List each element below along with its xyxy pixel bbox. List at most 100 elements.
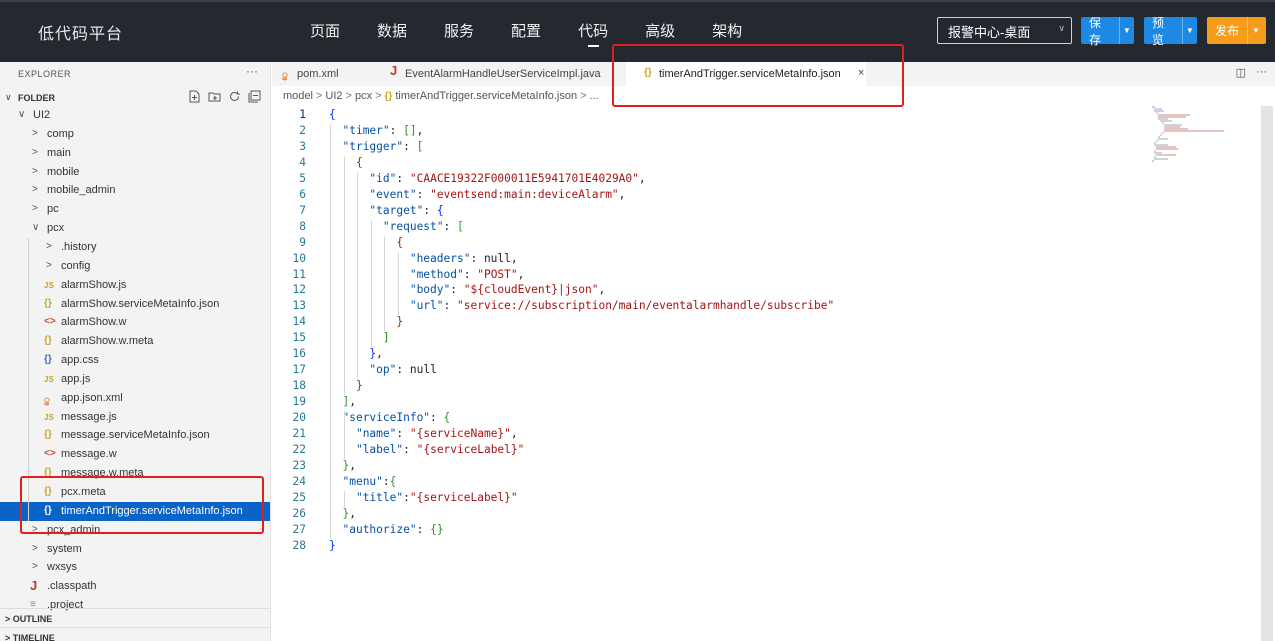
breadcrumb-item[interactable]: ... [590,90,599,102]
line-number: 10 [292,251,306,265]
indent-guide [343,411,345,459]
menu-item[interactable]: 页面 [310,20,340,41]
tree-item-label: wxsys [47,561,77,574]
menu-item[interactable]: 数据 [377,20,407,41]
refresh-icon[interactable] [228,90,241,103]
preview-button[interactable]: 预览 ▼ [1144,15,1197,47]
menu-item[interactable]: 配置 [511,20,541,41]
new-file-icon[interactable] [188,90,201,103]
save-button[interactable]: 保存 ▼ [1081,16,1134,47]
tree-file[interactable]: {} alarmShow.w.meta [0,332,270,351]
new-folder-icon[interactable] [208,90,221,103]
line-number: 8 [299,219,306,233]
tree-item-label: pcx [47,222,65,235]
environment-select[interactable]: 报警中心-桌面 ∨ [937,17,1072,44]
timeline-section[interactable]: > TIMELINE [0,627,270,641]
outline-section[interactable]: > OUTLINE [0,608,270,627]
minimap[interactable] [1150,106,1240,166]
menu-item[interactable]: 代码 [578,20,608,47]
close-icon[interactable]: × [858,67,864,79]
split-editor-icon[interactable]: ◫ [1236,66,1246,79]
menu-item[interactable]: 架构 [712,20,742,41]
code-editor[interactable]: 1{2 "timer": [], 3 "trigger": [4 {5 "id":… [272,106,1152,641]
tree-file[interactable]: {} alarmShow.serviceMetaInfo.json [0,295,270,314]
tree-folder[interactable]: > comp [0,125,270,144]
tree-folder[interactable]: > mobile_admin [0,181,270,200]
breadcrumb-item[interactable]: model [283,90,313,102]
code-text: "trigger": [ [342,139,424,153]
tree-file[interactable]: <> message.w [0,445,270,464]
explorer-more-button[interactable]: ··· [246,64,258,78]
tree-folder[interactable]: > pcx_admin [0,521,270,540]
line-number: 25 [292,490,306,504]
tree-file[interactable]: {} app.css [0,351,270,370]
tree-item-label: app.json.xml [61,391,123,404]
tree-folder[interactable]: > main [0,144,270,163]
code-text: ], [342,395,356,409]
tree-file[interactable]: {} message.w.meta [0,464,270,483]
tree-item-label: alarmShow.serviceMetaInfo.json [61,297,220,310]
tree-file[interactable]: JS message.js [0,408,270,427]
tree-folder[interactable]: > config [0,257,270,276]
file-type-icon: J [30,578,38,594]
tree-file[interactable]: J .classpath [0,577,270,596]
tree-folder[interactable]: > .history [0,238,270,257]
tree-folder[interactable]: ∨ pcx [0,219,270,238]
tree-file[interactable]: {} timerAndTrigger.serviceMetaInfo.json [0,501,270,521]
chevron-right-icon: > [46,259,52,271]
scrollbar-thumb[interactable] [1261,106,1273,641]
line-number: 6 [299,187,306,201]
line-number: 5 [299,171,306,185]
breadcrumb-separator-icon: > [375,90,382,102]
indent-guide [357,171,358,380]
breadcrumb-item[interactable]: timerAndTrigger.serviceMetaInfo.json [395,90,577,102]
breadcrumb-item[interactable]: pcx [355,90,372,102]
tab-java-file[interactable]: J EventAlarmHandleUserServiceImpl.java [380,62,616,86]
line-number: 7 [299,203,306,217]
tree-folder[interactable]: ∨ UI2 [0,106,270,125]
preview-dropdown-icon[interactable]: ▼ [1181,17,1197,44]
tree-file[interactable]: {} message.serviceMetaInfo.json [0,426,270,445]
tree-file[interactable]: JS alarmShow.js [0,276,270,295]
preview-button-label: 预览 [1152,15,1165,47]
tree-folder[interactable]: > wxsys [0,558,270,577]
tree-item-label: app.js [61,372,91,385]
breadcrumb-separator-icon: > [580,90,587,102]
publish-button[interactable]: 发布 ▼ [1207,17,1266,44]
tree-folder[interactable]: > system [0,540,270,559]
line-number: 21 [292,427,306,440]
tree-item-label: mobile_admin [47,184,116,197]
folder-actions [188,90,261,103]
editor-tabs: ु pom.xml J EventAlarmHandleUserServiceI… [272,62,1275,86]
menu-item[interactable]: 服务 [444,20,474,41]
tab-pom-xml[interactable]: ु pom.xml [272,62,370,86]
explorer-sidebar: EXPLORER ··· ∨ FOLDER ∨ UI2 > comp > main > mob… [0,62,271,641]
file-type-icon: ु [44,394,50,406]
editor-scrollbar[interactable] [1261,106,1273,641]
tree-file[interactable]: ु app.json.xml [0,389,270,408]
collapse-all-icon[interactable] [248,90,261,103]
publish-dropdown-icon[interactable]: ▼ [1247,17,1264,44]
tree-file[interactable]: {} pcx.meta [0,483,270,502]
window-strip [0,0,1275,2]
tree-folder[interactable]: > mobile [0,163,270,182]
java-file-icon: J [390,63,398,78]
tab-timer-and-trigger[interactable]: {} timerAndTrigger.serviceMetaInfo.json … [626,62,866,86]
file-type-icon: JS [44,374,54,384]
tab-label: timerAndTrigger.serviceMetaInfo.json [659,68,841,80]
tree-item-label: main [47,146,71,159]
menu-item[interactable]: 高级 [645,20,675,41]
code-line: 19 ], [272,395,1152,411]
code-line: 21 "name": "{serviceName}", [272,427,1152,443]
breadcrumb-item[interactable]: UI2 [325,90,342,102]
file-type-icon: {} [44,297,52,309]
tree-file[interactable]: <> alarmShow.w [0,313,270,332]
file-type-icon: JS [44,412,54,422]
code-line: 5 "id": "CAACE19322F000011E5941701E4029A… [272,172,1152,188]
line-number: 15 [292,331,306,345]
code-line: 18 } [272,379,1152,395]
save-dropdown-icon[interactable]: ▼ [1118,17,1134,44]
more-actions-icon[interactable]: ··· [1256,66,1267,79]
tree-folder[interactable]: > pc [0,200,270,219]
tree-file[interactable]: JS app.js [0,370,270,389]
